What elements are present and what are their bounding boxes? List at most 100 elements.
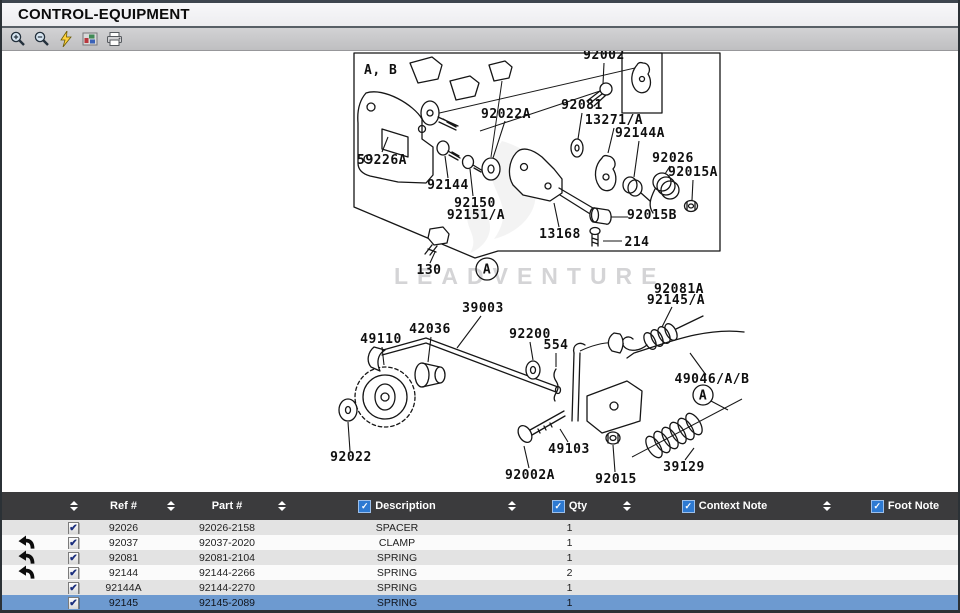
part-label-59226A[interactable]: 59226A: [357, 153, 407, 168]
part-bracket-59226A: [358, 92, 433, 183]
column-header-ref[interactable]: Ref #: [97, 500, 150, 512]
part-collar-42036: [415, 363, 445, 387]
part-label-92151-A[interactable]: 92151/A: [447, 208, 505, 223]
sort-icon[interactable]: [623, 501, 631, 511]
part-label-92022A[interactable]: 92022A: [481, 107, 531, 122]
cell-description: SPACER: [302, 522, 492, 534]
cell-select[interactable]: ✔: [50, 552, 97, 564]
part-washer-92022: [339, 399, 357, 421]
cell-select[interactable]: ✔: [50, 537, 97, 549]
part-label-42036[interactable]: 42036: [409, 322, 451, 337]
part-label-39003[interactable]: 39003: [462, 301, 504, 316]
cell-select[interactable]: ✔: [50, 567, 97, 579]
part-bolt-130: [425, 227, 449, 255]
table-row[interactable]: ✔9214592145-2089SPRING1: [2, 595, 958, 610]
sort-icon[interactable]: [70, 501, 78, 511]
part-label-92002[interactable]: 92002: [583, 51, 625, 63]
cell-ref: 92144A: [97, 582, 150, 594]
cell-qty: 1: [532, 552, 607, 564]
part-screw-214: [590, 228, 600, 247]
cell-qty: 1: [532, 597, 607, 609]
cell-arrow[interactable]: [2, 535, 50, 550]
row-checkbox-icon[interactable]: ✔: [68, 597, 78, 609]
cell-qty: 1: [532, 522, 607, 534]
part-spring-92081A: [608, 316, 703, 353]
column-header-context-note[interactable]: ✓ Context Note: [647, 500, 802, 513]
cell-part: 92145-2089: [192, 597, 262, 609]
part-spring-92144A: [623, 177, 650, 201]
column-checkbox-qty[interactable]: ✓: [552, 500, 565, 513]
part-label-92022[interactable]: 92022: [330, 450, 372, 465]
part-label-39129[interactable]: 39129: [663, 460, 705, 475]
column-header-description[interactable]: ✓ Description: [302, 500, 492, 513]
part-label-92015A[interactable]: 92015A: [668, 165, 718, 180]
table-row[interactable]: ✔ 92026 92026-2158 SPACER 1: [2, 520, 958, 535]
assembly-note: A, B: [364, 63, 397, 78]
table-header: Ref # Part # ✓ Description ✓ Qty ✓ Conte…: [2, 492, 958, 520]
part-label-92002A[interactable]: 92002A: [505, 468, 555, 483]
part-top-clips: [410, 57, 512, 100]
part-label-92144[interactable]: 92144: [427, 178, 469, 193]
table-row[interactable]: ✔9214492144-2266SPRING2: [2, 565, 958, 580]
part-label-13168[interactable]: 13168: [539, 227, 581, 242]
cell-arrow[interactable]: [2, 550, 50, 565]
column-checkbox-description[interactable]: ✓: [358, 500, 371, 513]
column-checkbox-context-note[interactable]: ✓: [682, 500, 695, 513]
cell-ref: 92145: [97, 597, 150, 609]
cell-select[interactable]: ✔: [50, 522, 97, 534]
cell-ref: 92026: [97, 522, 150, 534]
sort-icon[interactable]: [278, 501, 286, 511]
cell-select[interactable]: ✔: [50, 582, 97, 594]
part-label-92026[interactable]: 92026: [652, 151, 694, 166]
sort-icon[interactable]: [508, 501, 516, 511]
column-header-qty[interactable]: ✓ Qty: [532, 500, 607, 513]
callout-A: A: [476, 258, 498, 280]
table-row[interactable]: ✔92144A92144-2270SPRING1: [2, 580, 958, 595]
exploded-parts-diagram: A, B 920029208192022A13271/A92144A920269…: [2, 51, 960, 492]
link-arrow-icon[interactable]: [15, 550, 37, 565]
cell-select[interactable]: ✔: [50, 597, 97, 609]
part-label-49110[interactable]: 49110: [360, 332, 402, 347]
link-arrow-icon[interactable]: [15, 535, 37, 550]
cell-qty: 2: [532, 567, 607, 579]
part-hook-in-box: [632, 63, 651, 93]
part-label-92015[interactable]: 92015: [595, 472, 637, 487]
table-row[interactable]: ✔9208192081-2104SPRING1: [2, 550, 958, 565]
column-checkbox-foot-note[interactable]: ✓: [871, 500, 884, 513]
table-row[interactable]: ✔9203792037-2020CLAMP1: [2, 535, 958, 550]
cell-part: 92026-2158: [192, 522, 262, 534]
part-label-554[interactable]: 554: [544, 338, 569, 353]
part-washer-92022A: [482, 158, 500, 180]
cell-ref: 92037: [97, 537, 150, 549]
part-screw-92150: [463, 156, 484, 173]
part-label-49103[interactable]: 49103: [548, 442, 590, 457]
zoom-in-icon[interactable]: [9, 30, 27, 48]
column-header-foot-note[interactable]: ✓ Foot Note: [852, 500, 958, 513]
part-label-92015B[interactable]: 92015B: [627, 208, 677, 223]
part-label-49046-A-B[interactable]: 49046/A/B: [675, 372, 750, 387]
part-label-92144A[interactable]: 92144A: [615, 126, 665, 141]
lightning-icon[interactable]: [57, 30, 75, 48]
row-checkbox-icon[interactable]: ✔: [68, 567, 78, 579]
sort-icon[interactable]: [167, 501, 175, 511]
row-checkbox-icon[interactable]: ✔: [68, 582, 78, 594]
cell-qty: 1: [532, 537, 607, 549]
part-washer-92081: [571, 139, 583, 157]
cell-arrow[interactable]: [2, 565, 50, 580]
part-collar-92015B: [590, 208, 611, 224]
row-checkbox-icon[interactable]: ✔: [68, 552, 78, 564]
part-label-92081[interactable]: 92081: [561, 98, 603, 113]
zoom-out-icon[interactable]: [33, 30, 51, 48]
part-label-130[interactable]: 130: [417, 263, 442, 278]
link-arrow-icon[interactable]: [15, 565, 37, 580]
row-checkbox-icon[interactable]: ✔: [68, 537, 78, 549]
hotspots-icon[interactable]: [81, 30, 99, 48]
part-label-214[interactable]: 214: [625, 235, 650, 250]
row-checkbox-icon[interactable]: ✔: [68, 522, 78, 534]
column-header-part[interactable]: Part #: [192, 500, 262, 512]
sort-icon[interactable]: [823, 501, 831, 511]
part-label-92145-A[interactable]: 92145/A: [647, 293, 705, 308]
print-icon[interactable]: [105, 30, 123, 48]
cell-qty: 1: [532, 582, 607, 594]
cell-part: 92144-2270: [192, 582, 262, 594]
